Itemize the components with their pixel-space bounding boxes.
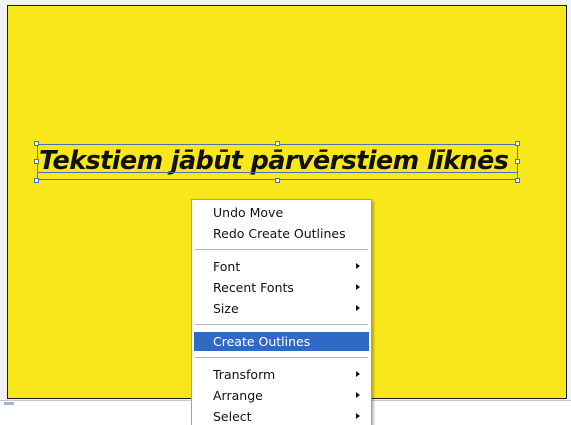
menu-separator	[195, 357, 368, 358]
resize-handle-top-center[interactable]	[275, 141, 280, 146]
menu-item-font[interactable]: Font	[194, 257, 369, 276]
menu-item-label: Font	[213, 259, 241, 274]
menu-item-recent-fonts[interactable]: Recent Fonts	[194, 278, 369, 297]
submenu-arrow-icon	[356, 371, 360, 377]
selected-text-object[interactable]: Tekstiem jābūt pārvērstiem līknēs	[34, 141, 520, 183]
selection-bounding-box	[37, 144, 518, 180]
menu-item-label: Transform	[213, 367, 276, 382]
menu-item-undo-move[interactable]: Undo Move	[194, 203, 369, 222]
scroll-indicator[interactable]	[4, 402, 14, 405]
menu-item-arrange[interactable]: Arrange	[194, 386, 369, 405]
menu-separator	[195, 249, 368, 250]
resize-handle-middle-left[interactable]	[34, 159, 39, 164]
submenu-arrow-icon	[356, 392, 360, 398]
menu-item-create-outlines[interactable]: Create Outlines	[194, 332, 369, 351]
menu-item-label: Undo Move	[213, 205, 284, 220]
submenu-arrow-icon	[356, 305, 360, 311]
submenu-arrow-icon	[356, 284, 360, 290]
menu-item-label: Size	[213, 301, 239, 316]
menu-item-size[interactable]: Size	[194, 299, 369, 318]
menu-item-label: Redo Create Outlines	[213, 226, 346, 241]
menu-separator	[195, 324, 368, 325]
menu-item-transform[interactable]: Transform	[194, 365, 369, 384]
application-canvas: Tekstiem jābūt pārvērstiem līknēs Undo M…	[0, 0, 571, 425]
resize-handle-bottom-left[interactable]	[34, 178, 39, 183]
menu-item-label: Arrange	[213, 388, 263, 403]
context-menu: Undo Move Redo Create Outlines Font Rece…	[191, 199, 372, 425]
resize-handle-top-right[interactable]	[515, 141, 520, 146]
resize-handle-bottom-center[interactable]	[275, 178, 280, 183]
menu-item-label: Recent Fonts	[213, 280, 294, 295]
resize-handle-top-left[interactable]	[34, 141, 39, 146]
menu-item-label: Create Outlines	[213, 334, 311, 349]
menu-item-label: Select	[213, 409, 252, 424]
menu-item-redo-create-outlines[interactable]: Redo Create Outlines	[194, 224, 369, 243]
menu-item-select[interactable]: Select	[194, 407, 369, 425]
submenu-arrow-icon	[356, 413, 360, 419]
resize-handle-bottom-right[interactable]	[515, 178, 520, 183]
resize-handle-middle-right[interactable]	[515, 159, 520, 164]
text-baseline	[37, 172, 518, 173]
submenu-arrow-icon	[356, 263, 360, 269]
